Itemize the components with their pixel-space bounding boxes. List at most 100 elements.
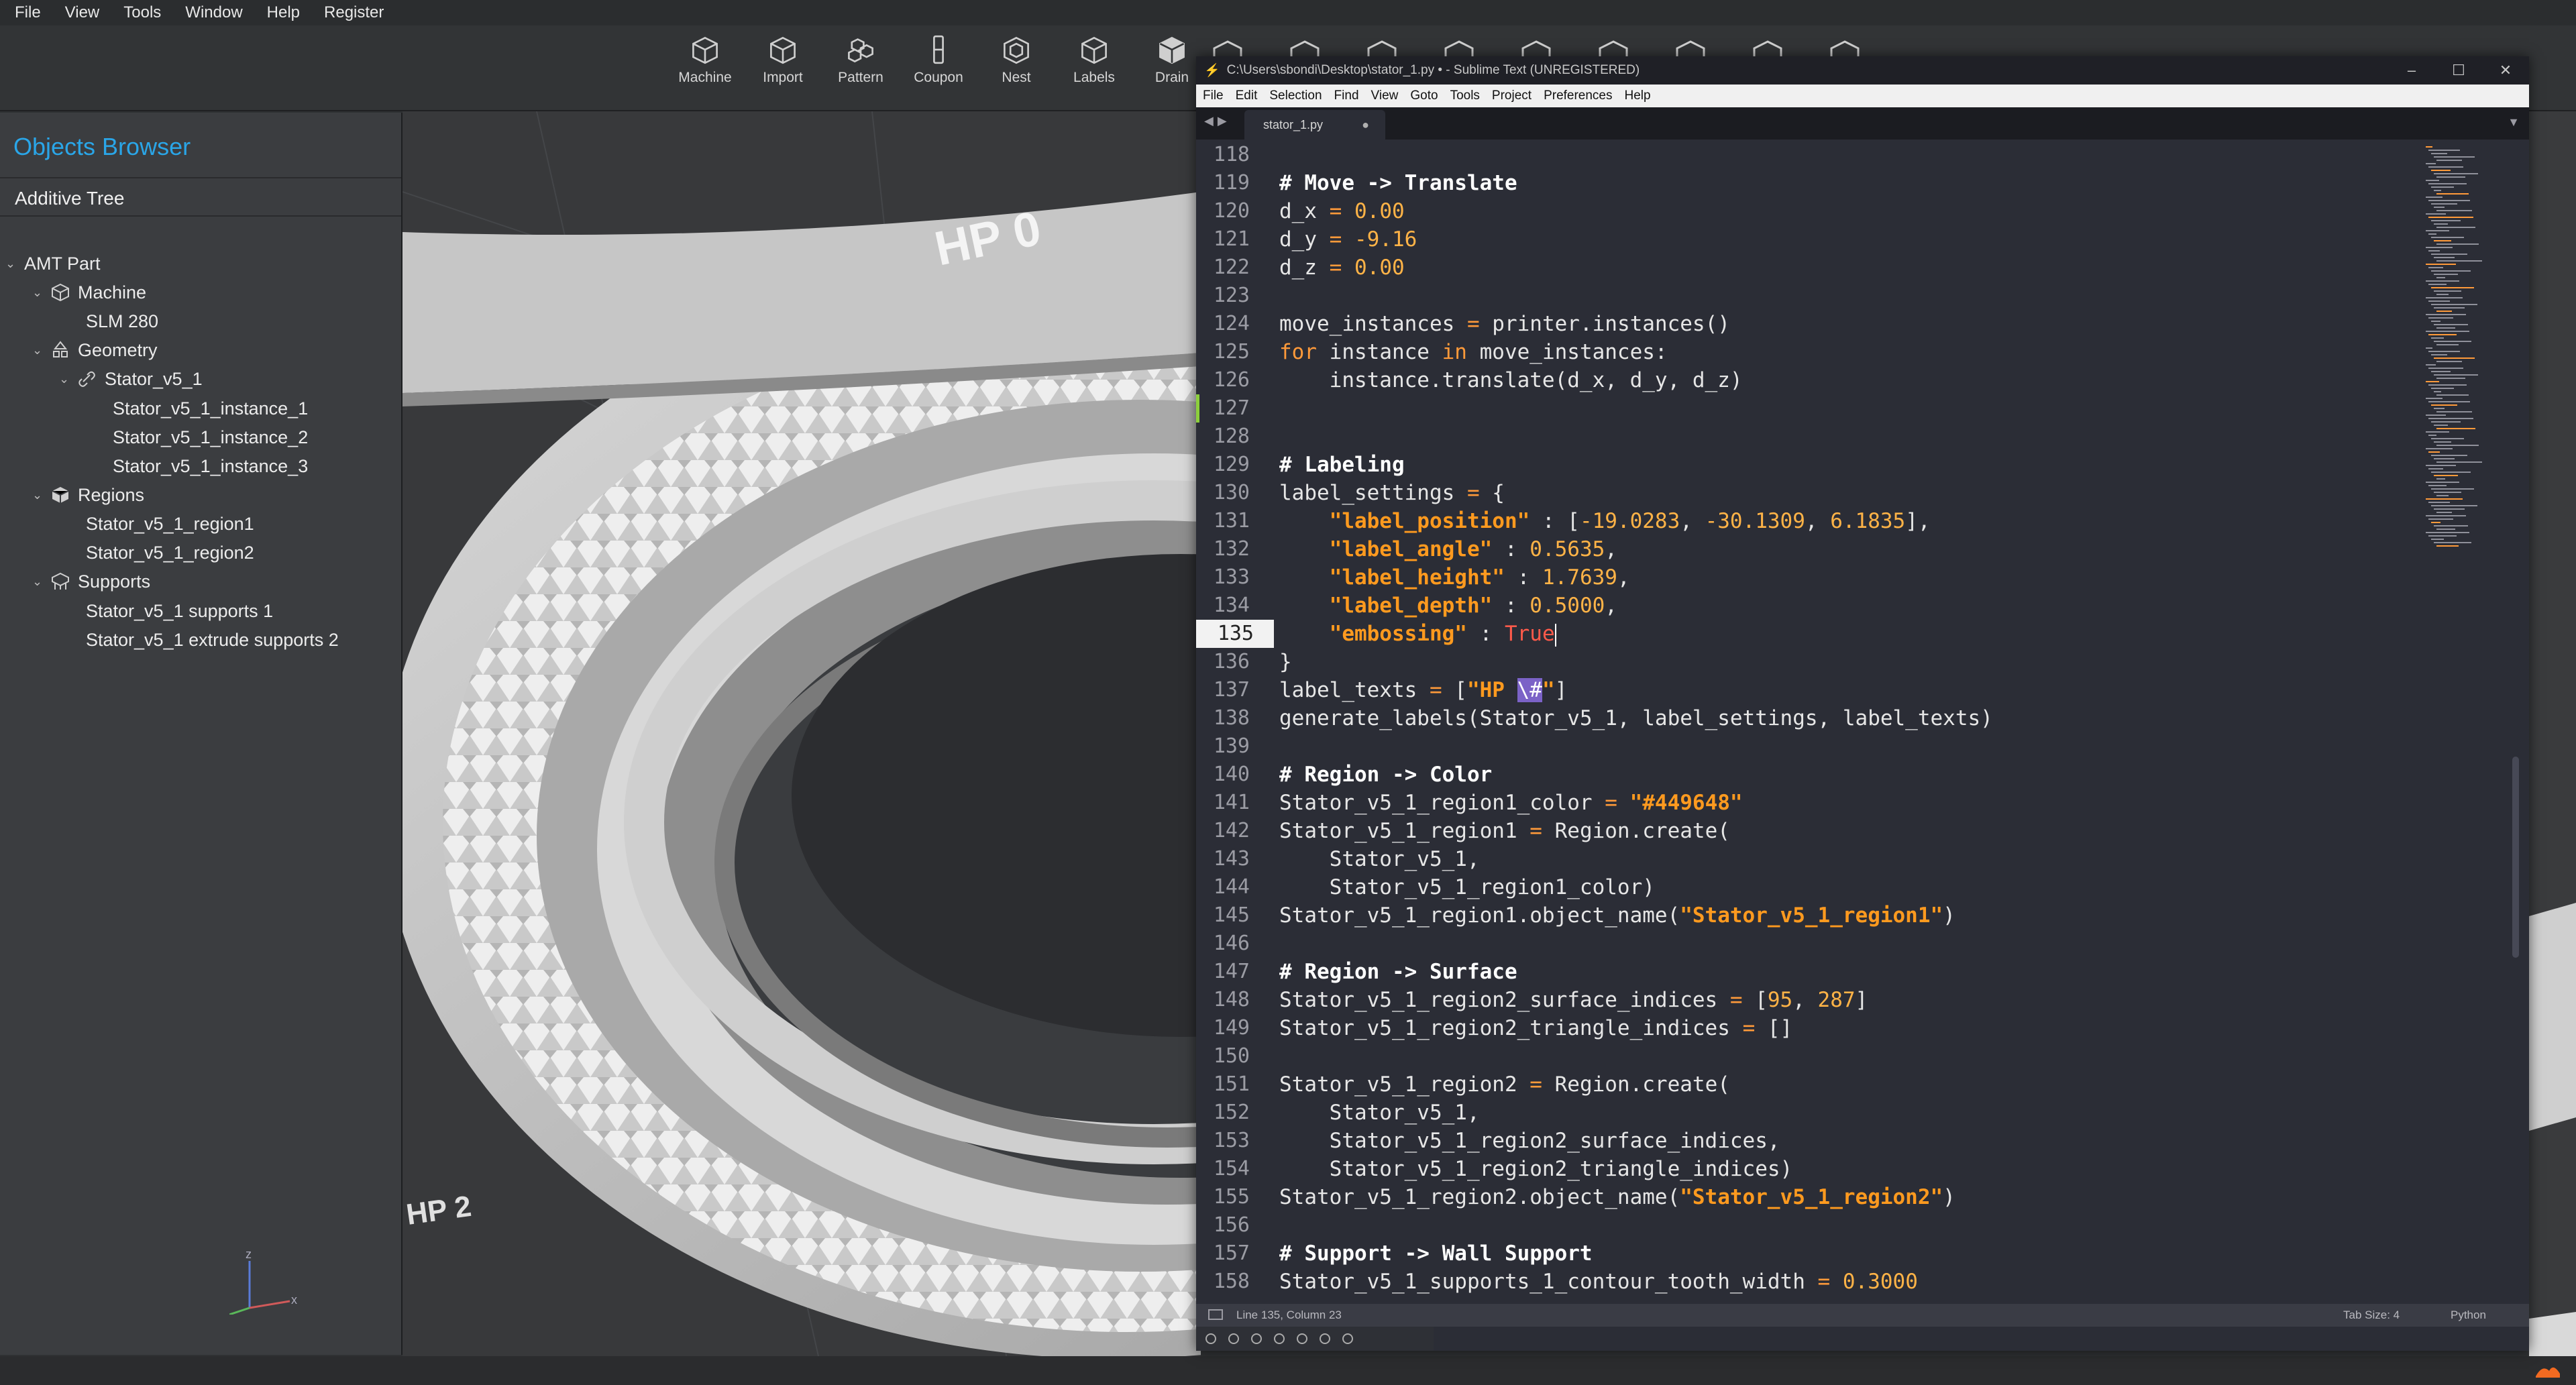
tool-labels-button[interactable]: Labels xyxy=(1057,35,1131,86)
sublime-menu-tools[interactable]: Tools xyxy=(1450,89,1480,103)
code-line[interactable]: label_texts = ["HP \#"] xyxy=(1279,676,1567,704)
rotate-icon[interactable] xyxy=(1274,1333,1285,1344)
tree-item[interactable]: ⌄ AMT Part xyxy=(5,250,101,278)
tab-size-selector[interactable]: Tab Size: 4 xyxy=(2343,1309,2400,1322)
tree-item[interactable]: SLM 280 xyxy=(86,307,158,335)
code-line[interactable]: # Region -> Color xyxy=(1279,761,1492,789)
pan-icon[interactable] xyxy=(1228,1333,1239,1344)
maximize-button[interactable]: ☐ xyxy=(2435,56,2482,85)
tab-nav-arrows-icon[interactable]: ◀▶ xyxy=(1204,114,1231,128)
tree-item[interactable]: Stator_v5_1_instance_1 xyxy=(113,394,308,423)
code-line[interactable]: Stator_v5_1_region2_surface_indices = [9… xyxy=(1279,986,1868,1014)
sublime-menu-preferences[interactable]: Preferences xyxy=(1544,89,1612,103)
menu-view[interactable]: View xyxy=(65,3,100,22)
tool-nest-button[interactable]: Nest xyxy=(979,35,1053,86)
chevron-down-icon[interactable]: ⌄ xyxy=(32,488,51,502)
vertical-scrollbar[interactable] xyxy=(2512,757,2519,958)
tool-machine-button[interactable]: Machine xyxy=(668,35,742,86)
sublime-menu-goto[interactable]: Goto xyxy=(1410,89,1438,103)
tree-item[interactable]: Stator_v5_1_instance_3 xyxy=(113,452,308,480)
code-line[interactable]: # Move -> Translate xyxy=(1279,169,1517,197)
syntax-selector[interactable]: Python xyxy=(2451,1309,2486,1322)
code-line[interactable]: Stator_v5_1_region1_color) xyxy=(1279,873,1655,901)
code-line[interactable]: # Region -> Surface xyxy=(1279,958,1517,986)
tree-item[interactable]: ⌄ Supports xyxy=(32,567,150,596)
3d-viewport-right[interactable] xyxy=(2529,111,2576,1356)
menu-file[interactable]: File xyxy=(15,3,41,22)
tree-item[interactable]: Stator_v5_1_region1 xyxy=(86,510,254,538)
sublime-menu-selection[interactable]: Selection xyxy=(1269,89,1322,103)
code-line[interactable]: Stator_v5_1_region2_surface_indices, xyxy=(1279,1127,1780,1155)
tool-pattern-button[interactable]: Pattern xyxy=(824,35,898,86)
code-line[interactable]: Stator_v5_1_region1 = Region.create( xyxy=(1279,817,1730,845)
close-button[interactable]: ✕ xyxy=(2482,56,2529,85)
sublime-menu-help[interactable]: Help xyxy=(1625,89,1651,103)
chevron-down-icon[interactable]: ⌄ xyxy=(32,286,51,300)
code-line[interactable]: "label_height" : 1.7639, xyxy=(1279,563,1630,592)
code-line[interactable]: d_x = 0.00 xyxy=(1279,197,1405,225)
minimap[interactable] xyxy=(2426,146,2500,555)
render-icon[interactable] xyxy=(1320,1333,1330,1344)
code-line[interactable]: "label_angle" : 0.5635, xyxy=(1279,535,1617,563)
menu-register[interactable]: Register xyxy=(324,3,384,22)
code-line[interactable]: "embossing" : True xyxy=(1279,620,1556,648)
code-line[interactable]: Stator_v5_1_region2 = Region.create( xyxy=(1279,1070,1730,1099)
code-line[interactable]: "label_position" : [-19.0283, -30.1309, … xyxy=(1279,507,1931,535)
chevron-down-icon[interactable]: ⌄ xyxy=(59,372,78,386)
code-line[interactable]: # Support -> Wall Support xyxy=(1279,1239,1593,1268)
chevron-down-icon[interactable]: ⌄ xyxy=(32,343,51,357)
tool-import-button[interactable]: Import xyxy=(746,35,820,86)
menu-window[interactable]: Window xyxy=(185,3,242,22)
undo-icon[interactable] xyxy=(1205,1333,1216,1344)
code-line[interactable]: Stator_v5_1, xyxy=(1279,845,1480,873)
tree-item[interactable]: Stator_v5_1 supports 1 xyxy=(86,597,273,625)
tree-item[interactable]: Stator_v5_1 extrude supports 2 xyxy=(86,626,339,654)
code-line[interactable]: for instance in move_instances: xyxy=(1279,338,1668,366)
zoom-icon[interactable] xyxy=(1251,1333,1262,1344)
tree-item[interactable]: ⌄ Geometry xyxy=(32,336,158,364)
code-line[interactable]: Stator_v5_1_supports_1_contour_tooth_wid… xyxy=(1279,1268,1918,1296)
code-line[interactable]: } xyxy=(1279,648,1292,676)
sublime-menu-find[interactable]: Find xyxy=(1334,89,1359,103)
3d-viewport[interactable]: HP 0 HP 2 xyxy=(402,111,1201,1356)
sublime-menu-view[interactable]: View xyxy=(1371,89,1399,103)
tree-item[interactable]: Stator_v5_1_region2 xyxy=(86,539,254,567)
sublime-menu-edit[interactable]: Edit xyxy=(1236,89,1258,103)
layers-icon[interactable] xyxy=(1342,1333,1353,1344)
unsaved-dot-icon[interactable]: ● xyxy=(1362,118,1369,132)
code-line[interactable]: d_y = -9.16 xyxy=(1279,225,1417,254)
code-line[interactable]: Stator_v5_1_region2.object_name("Stator_… xyxy=(1279,1183,1955,1211)
code-line[interactable]: Stator_v5_1_region2_triangle_indices = [… xyxy=(1279,1014,1792,1042)
tree-item[interactable]: Stator_v5_1_instance_2 xyxy=(113,423,308,451)
additive-tree-header[interactable]: Additive Tree xyxy=(15,188,124,209)
tool-coupon-button[interactable]: Coupon xyxy=(902,35,975,86)
code-line[interactable]: # Labeling xyxy=(1279,451,1405,479)
view-icon[interactable] xyxy=(1297,1333,1307,1344)
code-editor[interactable]: 118 119 120 121 122 123 124 125 126 127 128 129 130 1… xyxy=(1196,140,2529,1304)
minimize-button[interactable]: – xyxy=(2388,56,2435,85)
menu-tools[interactable]: Tools xyxy=(123,3,161,22)
code-line[interactable]: generate_labels(Stator_v5_1, label_setti… xyxy=(1279,704,1993,732)
code-line[interactable]: Stator_v5_1_region1.object_name("Stator_… xyxy=(1279,901,1955,930)
code-line[interactable]: Stator_v5_1, xyxy=(1279,1099,1480,1127)
sublime-menu-file[interactable]: File xyxy=(1203,89,1224,103)
code-line[interactable]: Stator_v5_1_region1_color = "#449648" xyxy=(1279,789,1743,817)
tab-stator-file[interactable]: stator_1.py ● xyxy=(1244,110,1385,140)
code-line[interactable]: move_instances = printer.instances() xyxy=(1279,310,1730,338)
code-line[interactable]: "label_depth" : 0.5000, xyxy=(1279,592,1617,620)
tab-dropdown-icon[interactable]: ▼ xyxy=(2508,115,2520,129)
sublime-menu-project[interactable]: Project xyxy=(1492,89,1532,103)
code-line[interactable]: d_z = 0.00 xyxy=(1279,254,1405,282)
tree-item[interactable]: ⌄ Machine xyxy=(32,278,146,307)
panel-toggle-icon[interactable] xyxy=(1208,1309,1223,1320)
chevron-down-icon[interactable]: ⌄ xyxy=(32,575,51,589)
tree-item[interactable]: ⌄ Regions xyxy=(32,481,144,509)
tree-item[interactable]: ⌄ Stator_v5_1 xyxy=(59,365,203,393)
menu-help[interactable]: Help xyxy=(267,3,300,22)
code-line[interactable]: label_settings = { xyxy=(1279,479,1505,507)
code-token: = xyxy=(1329,199,1342,223)
code-line[interactable]: instance.translate(d_x, d_y, d_z) xyxy=(1279,366,1743,394)
chevron-down-icon[interactable]: ⌄ xyxy=(5,257,24,271)
code-line[interactable]: Stator_v5_1_region2_triangle_indices) xyxy=(1279,1155,1793,1183)
